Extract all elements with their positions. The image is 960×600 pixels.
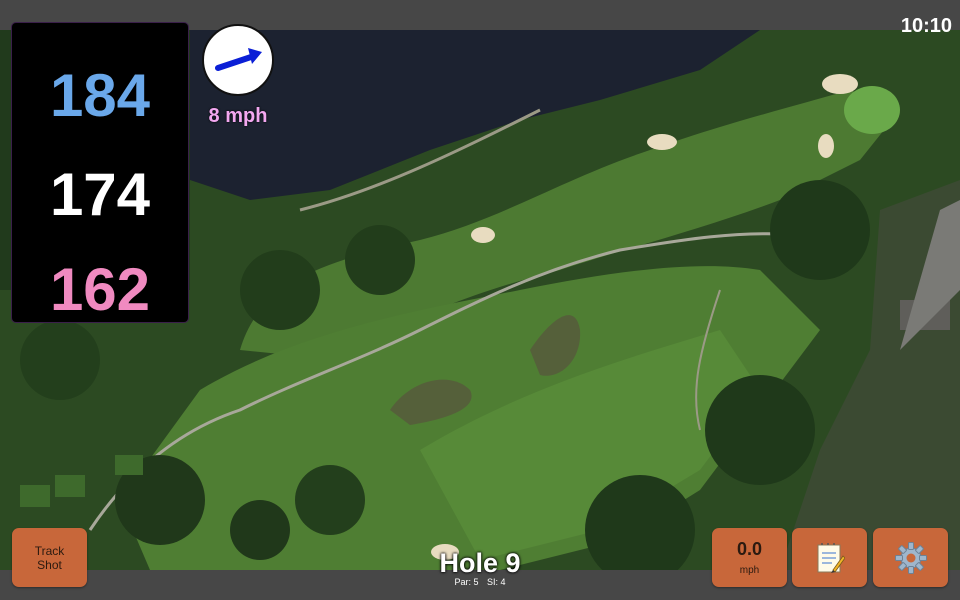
settings-button[interactable] [873, 528, 948, 587]
wind-arrow-icon [215, 48, 262, 71]
middle-distance: 174 [49, 161, 151, 228]
hole-meta: Par: 5 SI: 4 [380, 577, 580, 588]
track-shot-button[interactable]: Track Shot [12, 528, 87, 587]
gear-icon [894, 541, 927, 574]
hole-title: Hole 9 [439, 548, 521, 578]
hole-stroke-index: SI: 4 [487, 577, 506, 587]
wind-button-value: 0.0 [736, 539, 763, 559]
notes-button[interactable] [792, 528, 867, 587]
wind-button-unit: mph [739, 565, 760, 576]
track-shot-label-line2: Shot [37, 557, 62, 572]
front-distance: 162 [49, 256, 151, 323]
back-distance: 184 [49, 62, 151, 129]
wind-direction-dial [202, 24, 274, 96]
track-shot-label-line1: Track [34, 543, 65, 558]
clock: 10:10 [900, 15, 952, 37]
wind-speed-button[interactable]: 0.0 mph [712, 528, 787, 587]
notepad-icon [817, 542, 845, 573]
wind-speed-label: 8 mph [208, 105, 268, 127]
distance-panel: 184 174 162 [11, 22, 189, 323]
hole-par: Par: 5 [454, 577, 479, 587]
